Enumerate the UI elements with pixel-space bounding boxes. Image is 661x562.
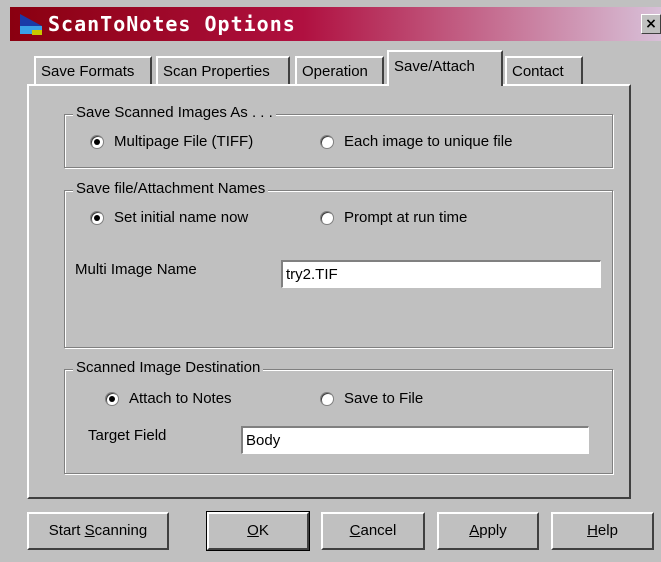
start-scanning-button[interactable]: Start Scanning (27, 512, 169, 550)
names-legend: Save file/Attachment Names (73, 180, 269, 197)
save-to-file-label: Save to File (344, 390, 424, 407)
set-name-now-label: Set initial name now (114, 209, 249, 226)
target-field-label: Target Field (88, 427, 167, 444)
names-group: Save file/Attachment Names Set initial n… (64, 180, 613, 348)
close-button[interactable]: × (641, 14, 661, 34)
scanner-app-icon (20, 14, 42, 35)
tab-contact[interactable]: Contact (505, 56, 583, 86)
unique-file-label: Each image to unique file (344, 133, 513, 150)
help-button[interactable]: Help (551, 512, 654, 550)
target-field-input[interactable]: Body (241, 426, 589, 454)
radio-checked-icon (90, 210, 104, 225)
multipage-tiff-label: Multipage File (TIFF) (114, 133, 254, 150)
save-images-legend: Save Scanned Images As . . . (73, 104, 276, 121)
attach-to-notes-label: Attach to Notes (129, 390, 232, 407)
attach-to-notes-radio[interactable]: Attach to Notes (105, 390, 232, 407)
window-title: ScanToNotes Options (48, 12, 296, 36)
destination-legend: Scanned Image Destination (73, 359, 264, 376)
tab-save-formats[interactable]: Save Formats (34, 56, 152, 86)
radio-unchecked-icon (320, 134, 334, 149)
cancel-button[interactable]: Cancel (321, 512, 425, 550)
apply-button[interactable]: Apply (437, 512, 539, 550)
radio-unchecked-icon (320, 391, 334, 406)
tab-scan-properties[interactable]: Scan Properties (156, 56, 290, 86)
radio-checked-icon (90, 134, 104, 149)
radio-checked-icon (105, 391, 119, 406)
multi-image-name-label: Multi Image Name (75, 261, 197, 278)
save-attach-panel: Save Scanned Images As . . . Multipage F… (27, 84, 631, 499)
multi-image-name-input[interactable]: try2.TIF (281, 260, 601, 288)
destination-group: Scanned Image Destination Attach to Note… (64, 359, 613, 474)
tab-save-attach[interactable]: Save/Attach (387, 50, 503, 86)
title-bar: ScanToNotes Options × (10, 7, 661, 41)
radio-unchecked-icon (320, 210, 334, 225)
save-images-group: Save Scanned Images As . . . Multipage F… (64, 104, 613, 168)
set-name-now-radio[interactable]: Set initial name now (90, 209, 248, 226)
tab-operation[interactable]: Operation (295, 56, 384, 86)
unique-file-radio[interactable]: Each image to unique file (320, 133, 512, 150)
multipage-tiff-radio[interactable]: Multipage File (TIFF) (90, 133, 253, 150)
prompt-run-time-label: Prompt at run time (344, 209, 468, 226)
save-to-file-radio[interactable]: Save to File (320, 390, 423, 407)
prompt-run-time-radio[interactable]: Prompt at run time (320, 209, 467, 226)
ok-button[interactable]: OK (206, 511, 310, 551)
